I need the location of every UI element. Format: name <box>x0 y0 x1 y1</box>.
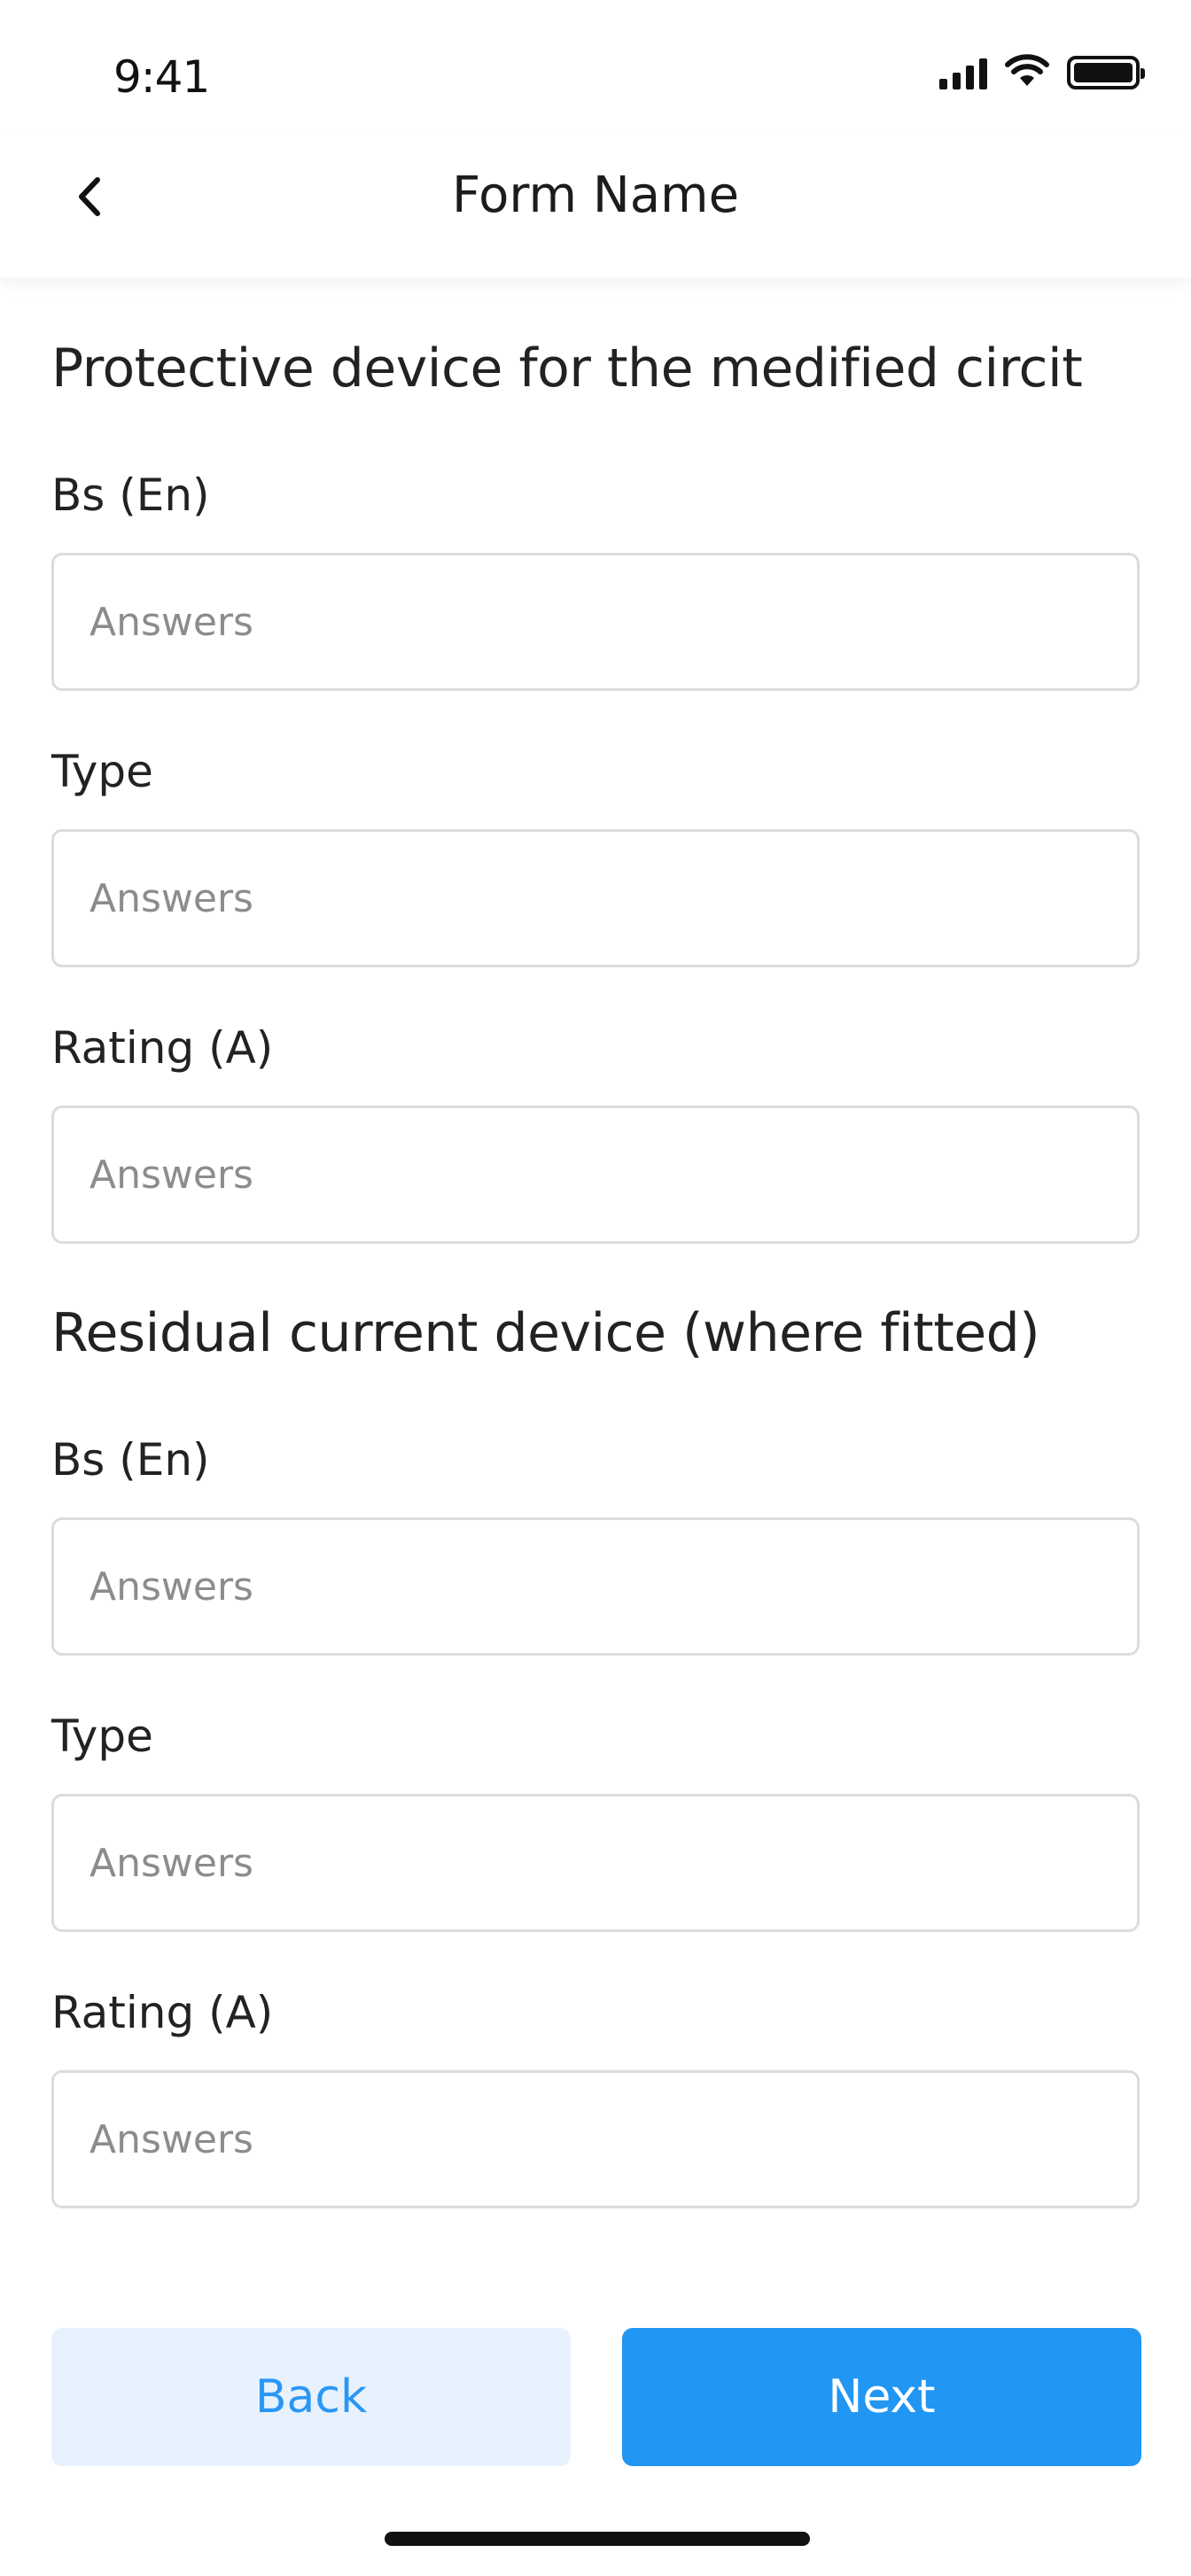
rating-input[interactable] <box>51 1106 1140 1244</box>
section-title-residual-current-device: Residual current device (where fitted) <box>51 1302 1040 1364</box>
type-input[interactable] <box>51 829 1140 967</box>
field-label-rcd-type: Type <box>51 1711 153 1762</box>
battery-icon <box>1067 56 1145 89</box>
status-time: 9:41 <box>113 51 210 103</box>
rcd-bs-en-input[interactable] <box>51 1517 1140 1656</box>
form-screen: 9:41 Form Name Protective device for the… <box>0 0 1191 2576</box>
field-label-bs-en: Bs (En) <box>51 469 210 521</box>
signal-icon <box>939 56 987 89</box>
back-button[interactable]: Back <box>51 2328 571 2466</box>
field-label-rating: Rating (A) <box>51 1022 274 1074</box>
header: Form Name <box>0 133 1191 277</box>
section-title-protective-device: Protective device for the medified circi… <box>51 338 1083 400</box>
status-icons <box>939 53 1145 92</box>
field-label-rcd-rating: Rating (A) <box>51 1987 274 2038</box>
status-bar: 9:41 <box>0 0 1191 133</box>
rcd-rating-input[interactable] <box>51 2070 1140 2208</box>
wifi-icon <box>1005 54 1049 91</box>
home-indicator <box>385 2532 810 2546</box>
page-title: Form Name <box>451 167 740 224</box>
field-label-rcd-bs-en: Bs (En) <box>51 1434 210 1486</box>
rcd-type-input[interactable] <box>51 1794 1140 1932</box>
next-button[interactable]: Next <box>622 2328 1141 2466</box>
field-label-type: Type <box>51 746 153 797</box>
bs-en-input[interactable] <box>51 553 1140 691</box>
